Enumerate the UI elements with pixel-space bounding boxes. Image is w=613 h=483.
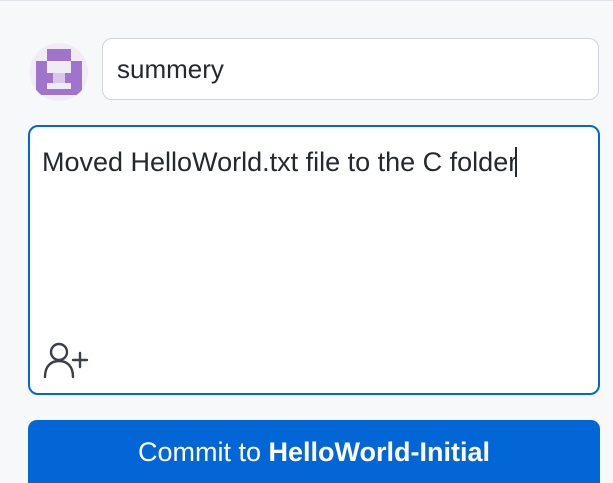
commit-branch-name: HelloWorld-Initial [268, 437, 491, 467]
add-coauthor-icon[interactable] [42, 341, 92, 379]
commit-button[interactable]: Commit to HelloWorld-Initial [28, 420, 600, 483]
identicon-avatar-icon [30, 43, 88, 101]
commit-description-value: Moved HelloWorld.txt file to the C folde… [42, 147, 518, 177]
avatar [30, 43, 88, 101]
commit-description-field[interactable]: Moved HelloWorld.txt file to the C folde… [28, 125, 600, 395]
commit-button-prefix: Commit to [137, 437, 269, 467]
commit-description-text: Moved HelloWorld.txt file to the C folde… [42, 147, 518, 178]
commit-panel: Moved HelloWorld.txt file to the C folde… [0, 0, 613, 483]
text-caret [515, 147, 518, 177]
commit-summary-input[interactable] [102, 38, 599, 100]
